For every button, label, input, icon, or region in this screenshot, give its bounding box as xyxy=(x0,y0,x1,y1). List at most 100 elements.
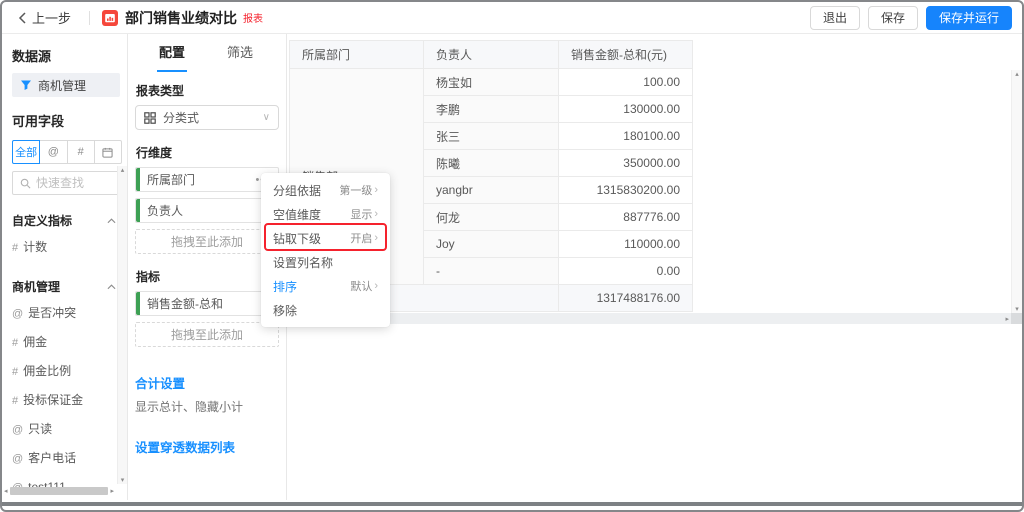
field-item[interactable]: #投标保证金 xyxy=(12,386,127,415)
field-type-icon: @ xyxy=(12,424,23,436)
group-header-custom-metrics[interactable]: 自定义指标 xyxy=(12,212,116,229)
save-and-run-button[interactable]: 保存并运行 xyxy=(926,6,1012,30)
group-header-shangji[interactable]: 商机管理 xyxy=(12,278,116,295)
row-dim-chip-department[interactable]: 所属部门 ••• xyxy=(135,167,279,192)
row-dim-chip-owner[interactable]: 负责人 xyxy=(135,198,279,223)
owner-cell: Joy xyxy=(424,231,559,258)
menu-item-drill-down[interactable]: 钻取下级 开启› xyxy=(261,226,390,250)
search-input[interactable] xyxy=(36,176,114,190)
scroll-right-icon[interactable]: ▸ xyxy=(110,487,114,495)
field-label: 投标保证金 xyxy=(23,393,83,407)
field-type-icon: # xyxy=(12,242,18,254)
total-amount-cell: 1317488176.00 xyxy=(559,285,693,312)
scroll-left-icon[interactable]: ◂ xyxy=(4,487,8,495)
field-type-icon: @ xyxy=(12,308,23,320)
row-dim-dropzone[interactable]: 拖拽至此添加 xyxy=(135,229,279,254)
amount-cell: 100.00 xyxy=(559,69,693,96)
metric-chip-sales-sum[interactable]: 销售金额-总和 xyxy=(135,291,279,316)
owner-cell: - xyxy=(424,258,559,285)
scrollbar-corner xyxy=(1011,313,1022,324)
row-dimension-label: 行维度 xyxy=(136,144,279,161)
save-button[interactable]: 保存 xyxy=(868,6,918,30)
sidebar-horizontal-scrollbar[interactable]: ◂ ▸ xyxy=(4,486,114,495)
menu-item-null-dimension[interactable]: 空值维度 显示› xyxy=(261,202,390,226)
metric-label: 指标 xyxy=(136,268,279,285)
column-header: 销售金额-总和(元) xyxy=(559,41,693,69)
field-label: 佣金比例 xyxy=(23,364,71,378)
menu-item-set-column-name[interactable]: 设置列名称 xyxy=(261,250,390,274)
field-item[interactable]: #佣金比例 xyxy=(12,357,127,386)
column-header: 所属部门 xyxy=(290,41,424,69)
amount-cell: 350000.00 xyxy=(559,150,693,177)
field-item[interactable]: @ 是否冲突 xyxy=(12,299,127,328)
report-doc-icon xyxy=(102,10,118,26)
chevron-down-icon: ∨ xyxy=(263,112,270,123)
tab-config[interactable]: 配置 xyxy=(159,42,185,68)
field-item[interactable]: @只读 xyxy=(12,415,127,444)
field-label: 计数 xyxy=(23,240,47,254)
back-label: 上一步 xyxy=(32,8,71,27)
metric-dropzone[interactable]: 拖拽至此添加 xyxy=(135,322,279,347)
scroll-right-icon[interactable]: ▸ xyxy=(1005,315,1009,323)
tab-filter[interactable]: 筛选 xyxy=(227,42,253,68)
amount-cell: 110000.00 xyxy=(559,231,693,258)
report-designer-window: 上一步 部门销售业绩对比 报表 退出 保存 保存并运行 数据源 商机管理 xyxy=(0,0,1024,512)
field-type-icon: # xyxy=(12,337,18,349)
chip-label: 销售金额-总和 xyxy=(147,295,223,312)
total-settings-link[interactable]: 合计设置 xyxy=(135,373,279,392)
scroll-up-icon[interactable]: ▴ xyxy=(121,166,125,174)
back-button[interactable]: 上一步 xyxy=(12,8,77,27)
field-item[interactable]: # 计数 xyxy=(12,233,127,262)
tab-number-fields[interactable]: # xyxy=(67,140,95,164)
datasource-sidebar: 数据源 商机管理 可用字段 全部 @ # xyxy=(2,34,128,500)
field-item[interactable]: # 佣金 xyxy=(12,328,127,357)
field-label: 客户电话 xyxy=(28,451,76,465)
chevron-left-icon xyxy=(18,12,27,24)
exit-button[interactable]: 退出 xyxy=(810,6,860,30)
drill-data-list-link[interactable]: 设置穿透数据列表 xyxy=(135,437,279,456)
report-type-badge: 报表 xyxy=(243,10,263,25)
report-type-select[interactable]: 分类式 ∨ xyxy=(135,105,279,130)
datasource-item-shangji[interactable]: 商机管理 xyxy=(12,73,120,97)
report-type-value: 分类式 xyxy=(163,109,199,126)
chip-label: 负责人 xyxy=(147,202,183,219)
chevron-right-icon: › xyxy=(374,184,378,196)
field-item[interactable]: @ 客户电话 xyxy=(12,444,127,473)
tab-date-fields[interactable] xyxy=(94,140,122,164)
table-horizontal-scrollbar[interactable]: ▸ xyxy=(287,313,1011,324)
scrollbar-thumb[interactable] xyxy=(10,487,109,495)
owner-cell: 何龙 xyxy=(424,204,559,231)
page-title: 部门销售业绩对比 xyxy=(125,8,237,28)
report-preview-canvas: 所属部门 负责人 销售金额-总和(元) 销售部 杨宝如 100.00 李鹏 13… xyxy=(287,34,1022,500)
calendar-icon xyxy=(102,147,113,158)
report-type-label: 报表类型 xyxy=(136,82,279,99)
owner-cell: yangbr xyxy=(424,177,559,204)
column-header: 负责人 xyxy=(424,41,559,69)
owner-cell: 张三 xyxy=(424,123,559,150)
chip-label: 所属部门 xyxy=(147,171,195,188)
owner-cell: 陈曦 xyxy=(424,150,559,177)
menu-item-sort[interactable]: 排序 默认› xyxy=(261,274,390,298)
scroll-up-icon[interactable]: ▴ xyxy=(1015,70,1019,78)
tab-all-fields[interactable]: 全部 xyxy=(12,140,40,164)
table-vertical-scrollbar[interactable]: ▴ ▾ xyxy=(1011,70,1022,313)
chevron-right-icon: › xyxy=(374,280,378,292)
dimension-context-menu: 分组依据 第一级› 空值维度 显示› 钻取下级 开启› 设置列名称 排序 默认›… xyxy=(261,173,390,327)
owner-cell: 李鹏 xyxy=(424,96,559,123)
field-type-icon: @ xyxy=(12,453,23,465)
chevron-up-icon xyxy=(107,218,116,224)
field-label: 是否冲突 xyxy=(28,306,76,320)
field-label: 佣金 xyxy=(23,335,47,349)
funnel-icon xyxy=(20,79,32,91)
chevron-up-icon xyxy=(107,284,116,290)
scroll-down-icon[interactable]: ▾ xyxy=(1015,305,1019,313)
config-panel-tabs: 配置 筛选 xyxy=(135,42,279,68)
sidebar-vertical-scrollbar[interactable]: ▴ ▾ xyxy=(117,166,127,484)
chevron-right-icon: › xyxy=(374,208,378,220)
amount-cell: 887776.00 xyxy=(559,204,693,231)
tab-text-fields[interactable]: @ xyxy=(39,140,67,164)
menu-item-remove[interactable]: 移除 xyxy=(261,298,390,322)
amount-cell: 1315830200.00 xyxy=(559,177,693,204)
menu-item-group-by[interactable]: 分组依据 第一级› xyxy=(261,178,390,202)
scroll-down-icon[interactable]: ▾ xyxy=(121,476,125,484)
